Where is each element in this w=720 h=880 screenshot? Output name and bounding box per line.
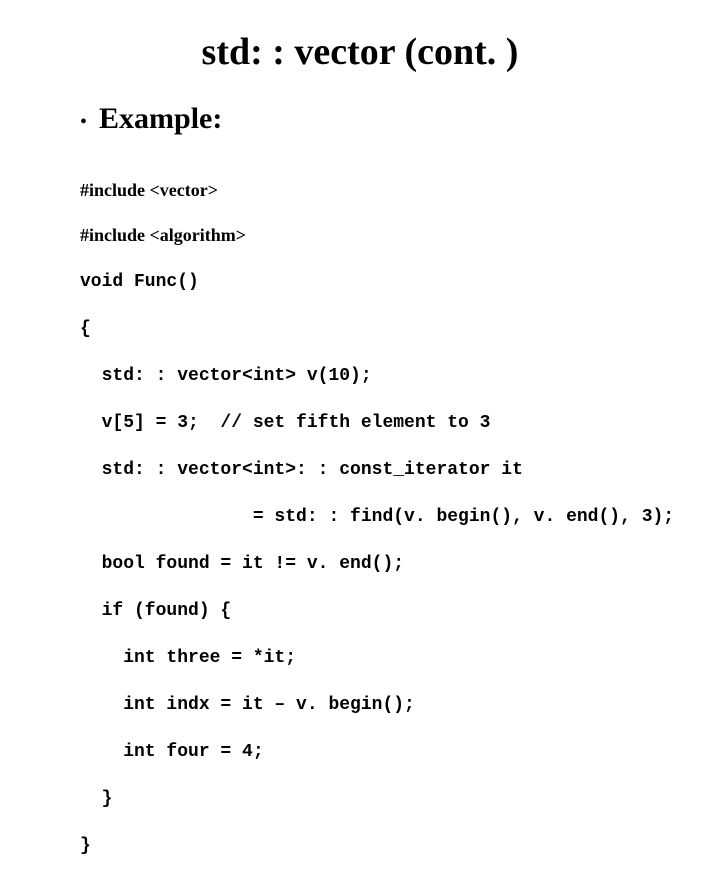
code-line: bool found = it != v. end();	[80, 554, 404, 574]
code-line: {	[80, 319, 91, 339]
code-line: std: : vector<int> v(10);	[80, 366, 372, 386]
slide-title: std: : vector (cont. )	[40, 30, 680, 74]
code-line: v[5] = 3; // set fifth element to 3	[80, 413, 490, 433]
slide: std: : vector (cont. ) • Example: #inclu…	[0, 0, 720, 540]
code-line: void Func()	[80, 272, 199, 292]
code-line: int three = *it;	[80, 648, 296, 668]
code-line: #include <algorithm>	[80, 225, 246, 245]
code-line: }	[80, 836, 91, 856]
code-line: int indx = it – v. begin();	[80, 695, 415, 715]
bullet-item: • Example:	[80, 102, 680, 136]
code-block: #include <vector> #include <algorithm> v…	[80, 156, 680, 880]
code-line: #include <vector>	[80, 180, 218, 200]
code-line: if (found) {	[80, 601, 231, 621]
code-line: std: : vector<int>: : const_iterator it	[80, 460, 523, 480]
code-line: }	[80, 789, 112, 809]
code-line: = std: : find(v. begin(), v. end(), 3);	[80, 507, 674, 527]
bullet-text: Example:	[99, 102, 222, 136]
code-line: int four = 4;	[80, 742, 264, 762]
bullet-dot-icon: •	[80, 112, 87, 132]
